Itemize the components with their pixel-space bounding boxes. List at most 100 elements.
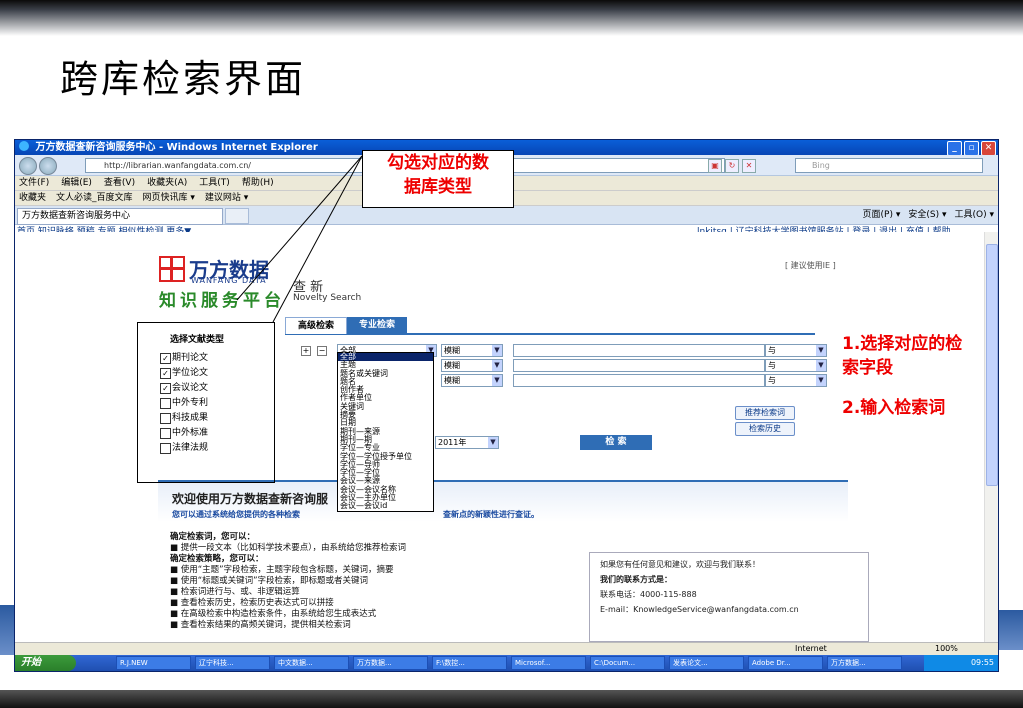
slide-decoration-right <box>997 610 1023 650</box>
maximize-button[interactable]: ▫ <box>964 141 979 156</box>
field-dropdown-list: 全部 主题 题名或关键词 题名 创作者 作者单位 关键词 摘要 日期 期刊—来源 期刊—期 学位—专业… <box>337 352 434 512</box>
ie-suggestion: [ 建议使用IE ] <box>785 261 836 270</box>
favorites-button[interactable]: 收藏夹 <box>19 191 46 205</box>
tab-expert-search[interactable]: 专业检索 <box>347 317 408 333</box>
search-button[interactable]: 检 索 <box>580 435 652 450</box>
menu-view[interactable]: 查看(V) <box>104 176 135 190</box>
refresh-icon[interactable]: ↻ <box>725 159 739 173</box>
minus-icon[interactable]: − <box>317 346 327 356</box>
menu-edit[interactable]: 编辑(E) <box>61 176 92 190</box>
contact-heading: 我们的联系方式是： <box>600 575 672 584</box>
menu-help[interactable]: 帮助(H) <box>242 176 274 190</box>
contact-email[interactable]: E-mail：KnowledgeService@wanfangdata.com.… <box>600 602 858 617</box>
contact-box: 如果您有任何意见和建议，欢迎与我们联系！ 我们的联系方式是： 联系电话：4000… <box>589 552 869 642</box>
keyword-input[interactable] <box>513 344 765 357</box>
taskbar-item[interactable]: F:\数控... <box>432 656 507 670</box>
scrollbar-thumb[interactable] <box>986 244 998 486</box>
match-select[interactable]: 模糊 ▼ <box>441 374 503 387</box>
menu-tools[interactable]: 工具(T) <box>199 176 230 190</box>
doc-type-highlight <box>137 322 275 483</box>
keyword-input[interactable] <box>513 374 765 387</box>
tips-item: ■ 提供一段文本（比如科学技术要点），由系统给您推荐检索词 <box>170 543 406 553</box>
tab-bar: 万方数据查新咨询服务中心 页面(P) ▾ 安全(S) ▾ 工具(O) ▾ <box>15 206 998 225</box>
slide-decoration-left <box>0 605 14 655</box>
tips-item: ■ 使用“标题或关键词”字段检索，即标题或者关键词 <box>170 576 369 586</box>
close-button[interactable]: ✕ <box>981 141 996 156</box>
tab-wanfang[interactable]: 万方数据查新咨询服务中心 <box>17 208 223 225</box>
back-arrow-icon[interactable] <box>19 157 37 175</box>
slide-footer-band <box>0 690 1023 708</box>
recommend-terms-button[interactable]: 推荐检索词 <box>735 406 795 420</box>
search-tabs: 高级检索 专业检索 <box>285 317 815 335</box>
chevron-down-icon: ▼ <box>816 345 826 356</box>
logic-select[interactable]: 与 ▼ <box>765 359 827 372</box>
search-history-button[interactable]: 检索历史 <box>735 422 795 436</box>
chevron-down-icon: ▼ <box>816 360 826 371</box>
logo-subtitle: 知识服务平台 <box>159 291 285 311</box>
logo-en: WANFANG DATA <box>191 276 267 285</box>
menu-favorites[interactable]: 收藏夹(A) <box>147 176 187 190</box>
taskbar-item[interactable]: 万方数据... <box>827 656 902 670</box>
command-tools[interactable]: 工具(O) ▾ <box>955 208 995 223</box>
forward-arrow-icon[interactable] <box>39 157 57 175</box>
welcome-title: 欢迎使用万方数据查新咨询服 <box>172 492 329 506</box>
taskbar-item[interactable]: R.J.NEW <box>116 656 191 670</box>
contact-phone: 联系电话：4000-115-888 <box>600 590 697 599</box>
callout-db-type: 勾选对应的数 据库类型 <box>362 150 514 208</box>
note-field-select: 1.选择对应的检索字段 <box>842 334 963 378</box>
match-select[interactable]: 模糊 ▼ <box>441 359 503 372</box>
match-select[interactable]: 模糊 ▼ <box>441 344 503 357</box>
compat-view-icon[interactable]: ▣ <box>708 159 722 173</box>
taskbar-item[interactable]: Microsof... <box>511 656 586 670</box>
stop-icon[interactable]: ✕ <box>742 159 756 173</box>
search-input[interactable]: Bing <box>795 158 983 173</box>
security-zone: Internet <box>795 644 827 653</box>
tips-item: ■ 使用“主题”字段检索，主题字段包含标题，关键词，摘要 <box>170 565 394 575</box>
logic-select[interactable]: 与 ▼ <box>765 344 827 357</box>
taskbar-item[interactable]: Adobe Dr... <box>748 656 823 670</box>
menu-file[interactable]: 文件(F) <box>19 176 49 190</box>
keyword-input[interactable] <box>513 359 765 372</box>
ie-logo-icon <box>19 141 29 151</box>
logic-select[interactable]: 与 ▼ <box>765 374 827 387</box>
favorite-link-webslice[interactable]: 网页快讯库 ▾ <box>143 191 195 205</box>
chevron-down-icon: ▼ <box>492 360 502 371</box>
windows-taskbar: 开始 R.J.NEW 辽宁科技... 中文数据... 万方数据... F:\数控... M… <box>15 655 998 671</box>
status-bar: Internet 100% <box>15 642 998 655</box>
chevron-down-icon: ▼ <box>488 437 498 448</box>
slide-title: 跨库检索界面 <box>60 57 307 101</box>
chevron-down-icon: ▼ <box>492 375 502 386</box>
contact-intro: 如果您有任何意见和建议，欢迎与我们联系！ <box>600 560 760 569</box>
taskbar-item[interactable]: 万方数据... <box>353 656 428 670</box>
taskbar-item[interactable]: C:\Docum... <box>590 656 665 670</box>
taskbar-item[interactable]: 发表论文... <box>669 656 744 670</box>
taskbar-item[interactable]: 中文数据... <box>274 656 349 670</box>
tips-item: ■ 在高级检索中构造检索条件，由系统给您生成表达式 <box>170 609 377 619</box>
welcome-line2: 查新点的新颖性进行查证。 <box>443 510 539 519</box>
command-page[interactable]: 页面(P) ▾ <box>863 208 901 223</box>
chevron-down-icon: ▼ <box>492 345 502 356</box>
year-select[interactable]: 2011年 ▼ <box>435 436 499 449</box>
wanfang-logo-icon <box>159 256 185 282</box>
favorite-link-wenku[interactable]: 文人必读_百度文库 <box>56 191 133 205</box>
tips-item: ■ 查看检索结果的高频关键词，提供相关检索词 <box>170 620 351 630</box>
tab-advanced-search[interactable]: 高级检索 <box>285 317 348 334</box>
zoom-level[interactable]: 100% <box>935 643 958 655</box>
tips-item: ■ 查看检索历史，检索历史表达式可以拼接 <box>170 598 334 608</box>
command-safety[interactable]: 安全(S) ▾ <box>908 208 946 223</box>
window-title: 万方数据查新咨询服务中心 - Windows Internet Explorer <box>35 142 318 153</box>
favorite-link-suggested[interactable]: 建议网站 ▾ <box>205 191 248 205</box>
start-button[interactable]: 开始 <box>15 655 76 671</box>
tips-item: ■ 检索词进行与、或、非逻辑运算 <box>170 587 300 597</box>
tips-heading-terms: 确定检索词，您可以： <box>170 532 256 542</box>
welcome-banner: 欢迎使用万方数据查新咨询服 您可以通过系统给您提供的各种检索 查新点的新颖性进行… <box>158 480 848 522</box>
note-enter-term: 2.输入检索词 <box>842 398 946 418</box>
chevron-down-icon: ▼ <box>816 375 826 386</box>
taskbar-item[interactable]: 辽宁科技... <box>195 656 270 670</box>
plus-icon[interactable]: + <box>301 346 311 356</box>
vertical-scrollbar[interactable] <box>984 232 998 652</box>
welcome-line1: 您可以通过系统给您提供的各种检索 <box>172 510 300 519</box>
new-tab-button[interactable] <box>225 208 249 224</box>
field-option[interactable]: 会议—会议id <box>338 502 433 511</box>
minimize-button[interactable]: _ <box>947 141 962 156</box>
